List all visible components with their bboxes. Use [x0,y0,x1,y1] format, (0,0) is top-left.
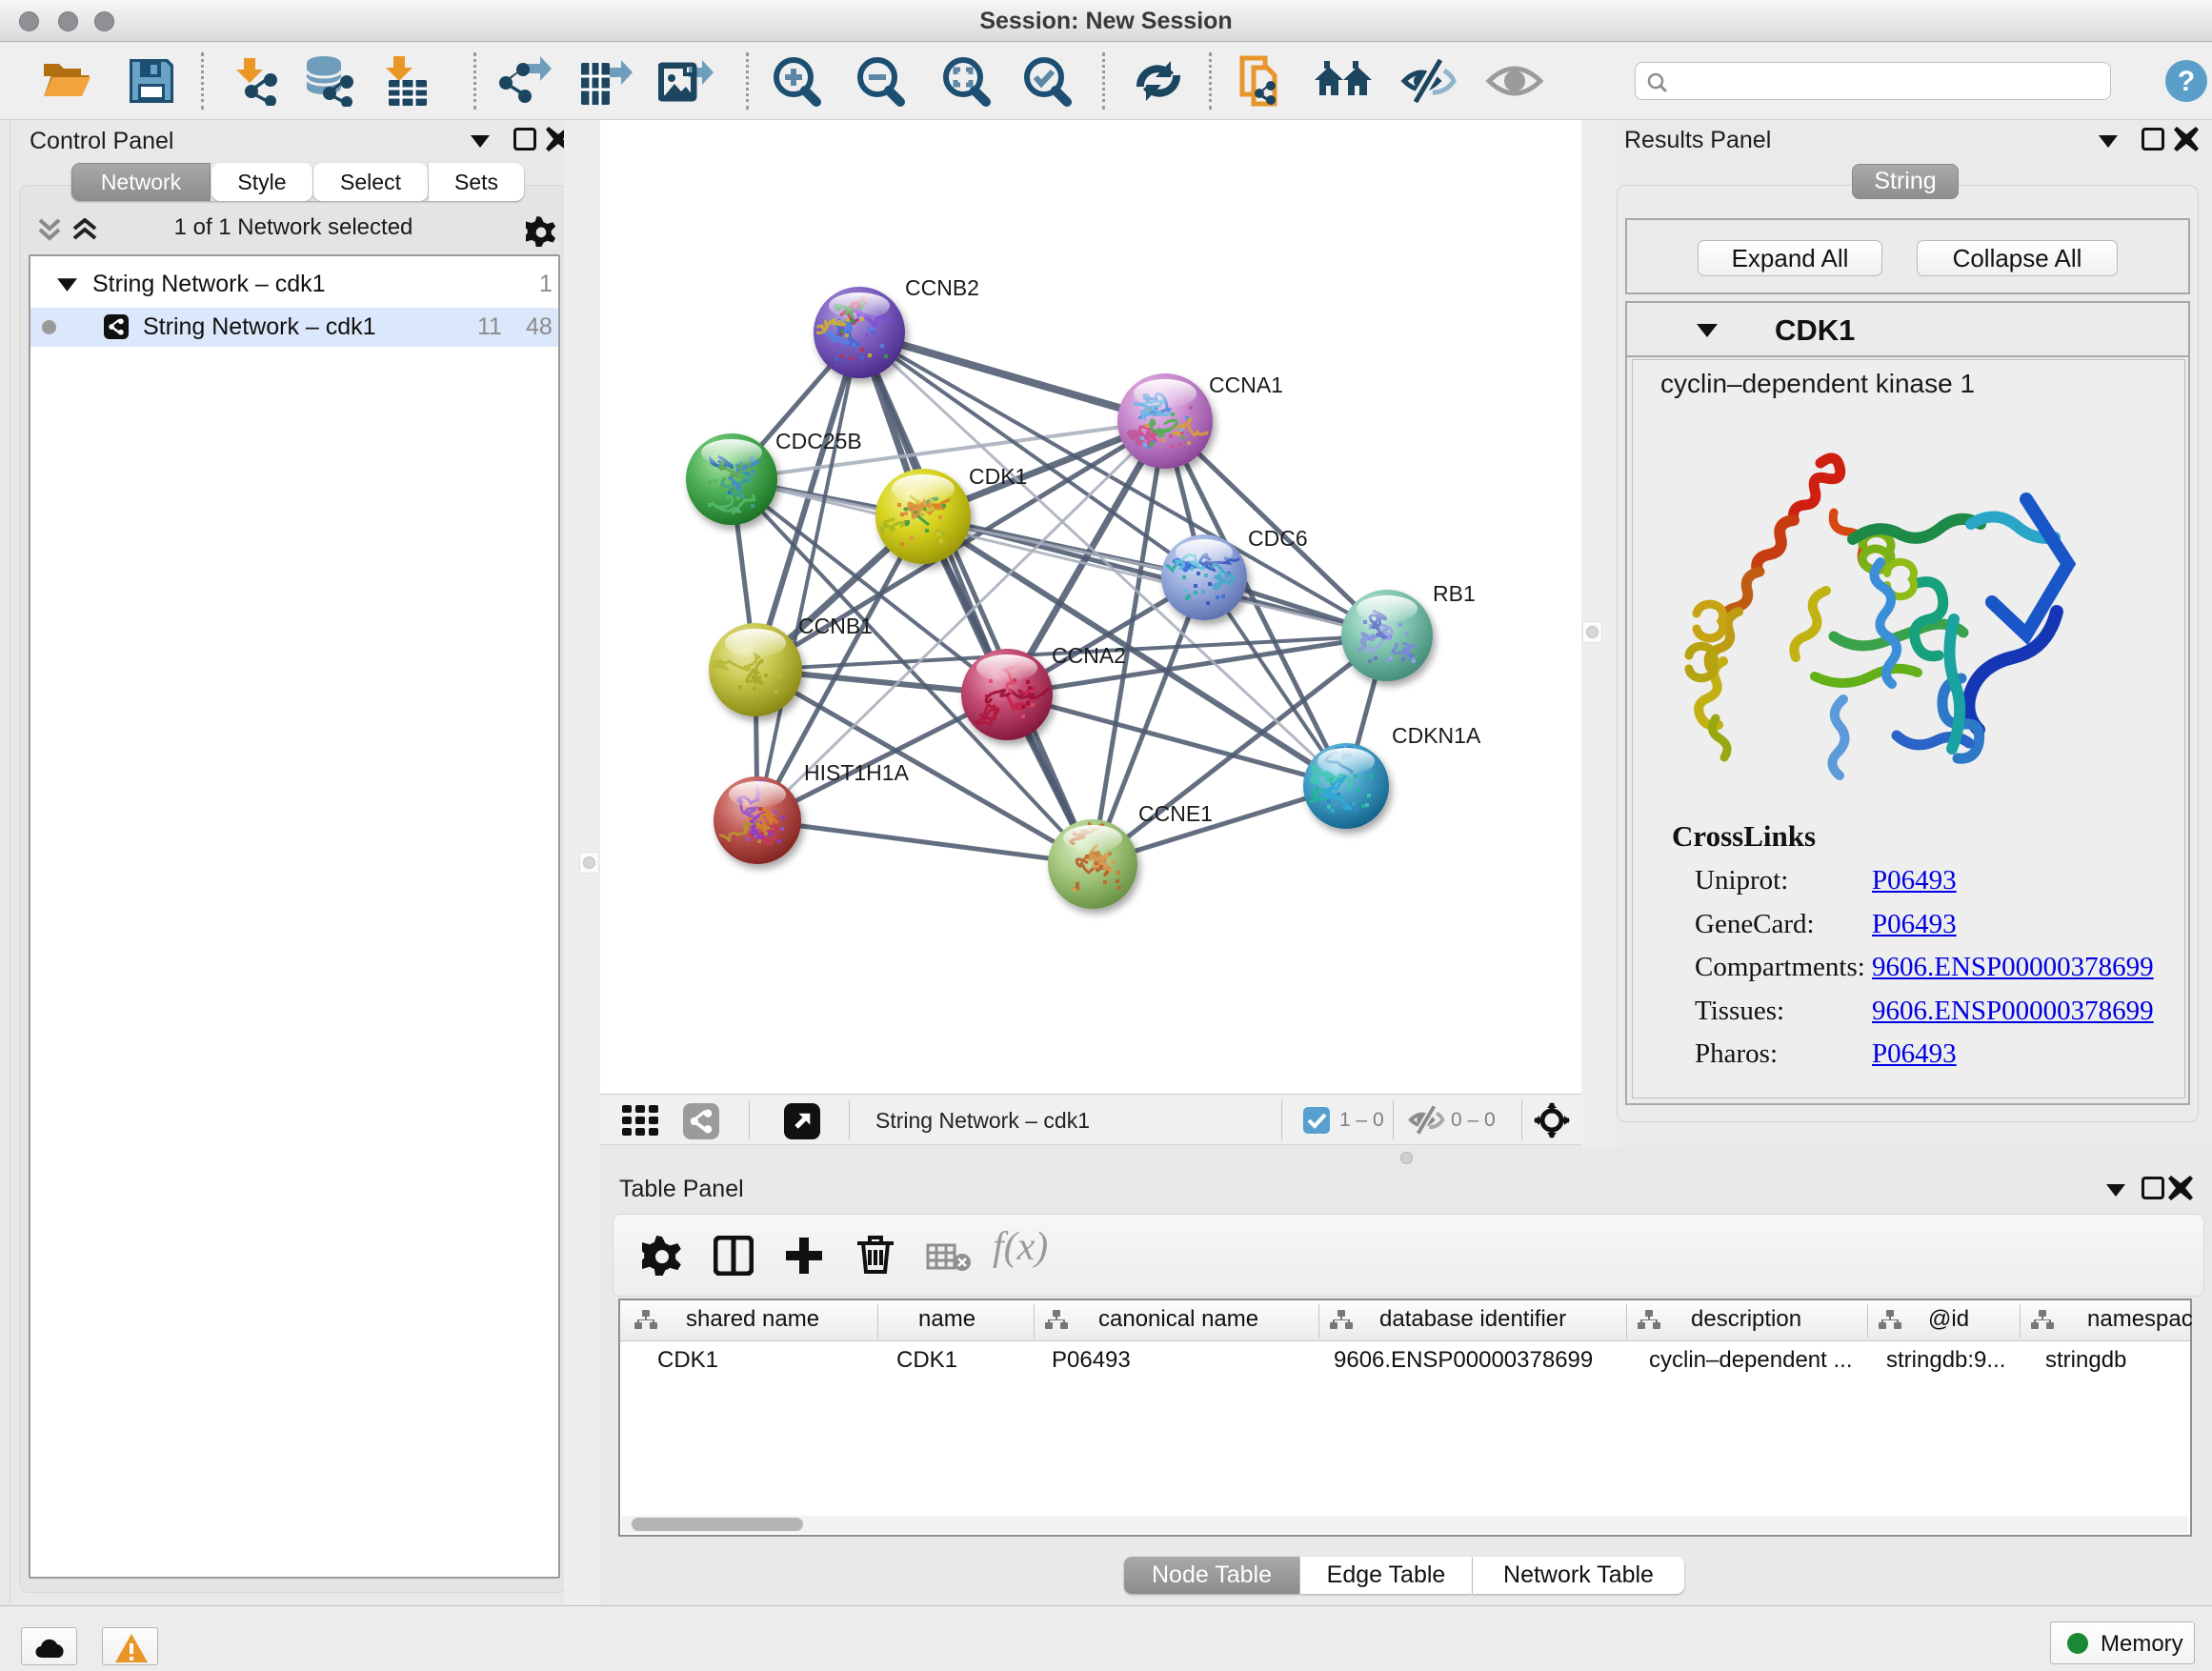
svg-text:CCNB1: CCNB1 [798,614,873,638]
svg-text:CDC6: CDC6 [1248,526,1308,551]
svg-text:CCNB2: CCNB2 [905,275,979,300]
svg-text:CCNA2: CCNA2 [1052,643,1126,668]
svg-text:CDKN1A: CDKN1A [1392,723,1481,748]
svg-text:CDK1: CDK1 [969,464,1027,489]
svg-text:CCNA1: CCNA1 [1209,372,1283,397]
svg-text:HIST1H1A: HIST1H1A [804,760,910,785]
svg-text:CDC25B: CDC25B [775,429,862,453]
svg-text:RB1: RB1 [1433,581,1476,606]
svg-text:?: ? [2178,66,2195,97]
svg-text:CCNE1: CCNE1 [1138,801,1213,826]
